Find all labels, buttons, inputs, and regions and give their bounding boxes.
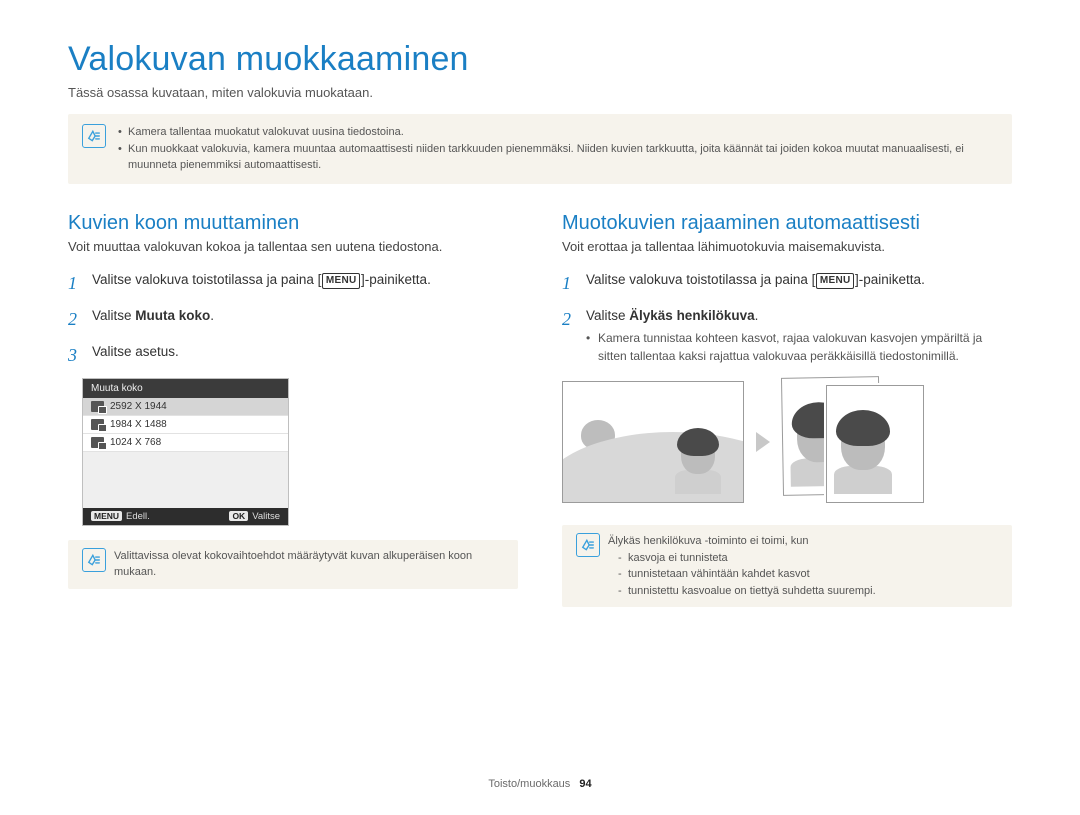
step-text: Valitse valokuva toistotilassa ja paina … <box>92 272 321 287</box>
step-1-left: 1 Valitse valokuva toistotilassa ja pain… <box>68 270 518 296</box>
menu-icon: MENU <box>816 273 854 290</box>
step-number: 1 <box>562 270 576 296</box>
step-bold: Älykäs henkilökuva <box>629 308 754 323</box>
menu-icon: MENU <box>322 273 360 290</box>
portrait-crop-illustration <box>562 377 1012 507</box>
note-icon <box>576 533 600 557</box>
note-icon <box>82 548 106 572</box>
resolution-label: 1024 X 768 <box>110 437 161 448</box>
step-number: 2 <box>68 306 82 332</box>
cropped-portraits <box>782 377 932 507</box>
step-text: ]-painiketta. <box>855 272 925 287</box>
note-item: kasvoja ei tunnisteta <box>618 550 998 567</box>
step-text: . <box>755 308 759 323</box>
camera-menu-mock: Muuta koko 2592 X 1944 1984 X 1488 1024 … <box>82 378 289 526</box>
step-text: Valitse <box>92 308 135 323</box>
right-note: Älykäs henkilökuva -toiminto ei toimi, k… <box>562 525 1012 607</box>
step-1-right: 1 Valitse valokuva toistotilassa ja pain… <box>562 270 1012 296</box>
page-footer: Toisto/muokkaus 94 <box>0 778 1080 790</box>
top-note-item: Kamera tallentaa muokatut valokuvat uusi… <box>118 124 998 141</box>
ok-tag: OK <box>229 511 248 521</box>
note-item: tunnistetaan vähintään kahdet kasvot <box>618 566 998 583</box>
screen-title: Muuta koko <box>83 379 288 398</box>
top-note: Kamera tallentaa muokatut valokuvat uusi… <box>68 114 1012 184</box>
step-number: 3 <box>68 342 82 368</box>
page-intro: Tässä osassa kuvataan, miten valokuvia m… <box>68 85 1012 100</box>
resolution-option[interactable]: 2592 X 1944 <box>83 398 288 416</box>
step-text: Valitse valokuva toistotilassa ja paina … <box>586 272 815 287</box>
footer-page-number: 94 <box>579 778 591 790</box>
arrow-right-icon <box>756 432 770 452</box>
section-heading-left: Kuvien koon muuttaminen <box>68 212 518 235</box>
note-lead: Älykäs henkilökuva -toiminto ei toimi, k… <box>608 533 998 550</box>
page-title: Valokuvan muokkaaminen <box>68 40 1012 79</box>
footer-section: Toisto/muokkaus <box>488 778 570 790</box>
step-number: 2 <box>562 306 576 366</box>
resolution-option[interactable]: 1984 X 1488 <box>83 416 288 434</box>
step-text: Valitse <box>586 308 629 323</box>
step-bold: Muuta koko <box>135 308 210 323</box>
left-note: Valittavissa olevat kokovaihtoehdot määr… <box>68 540 518 589</box>
image-icon <box>91 401 104 412</box>
image-icon <box>91 419 104 430</box>
footer-select-label: Valitse <box>252 511 280 522</box>
top-note-item: Kun muokkaat valokuvia, kamera muuntaa a… <box>118 141 998 174</box>
footer-back-label: Edell. <box>126 511 150 522</box>
step-text: ]-painiketta. <box>361 272 431 287</box>
note-icon <box>82 124 106 148</box>
step-2-right: 2 Valitse Älykäs henkilökuva. Kamera tun… <box>562 306 1012 366</box>
step-text: . <box>210 308 214 323</box>
note-item: tunnistettu kasvoalue on tiettyä suhdett… <box>618 583 998 600</box>
resolution-label: 2592 X 1944 <box>110 401 167 412</box>
menu-tag: MENU <box>91 511 122 521</box>
resolution-option[interactable]: 1024 X 768 <box>83 434 288 452</box>
step-3-left: 3 Valitse asetus. <box>68 342 518 368</box>
note-text: Valittavissa olevat kokovaihtoehdot määr… <box>114 548 504 581</box>
section-lead-right: Voit erottaa ja tallentaa lähimuotokuvia… <box>562 239 1012 254</box>
landscape-photo <box>562 381 744 503</box>
step-text: Valitse asetus. <box>92 342 518 368</box>
section-lead-left: Voit muuttaa valokuvan kokoa ja tallenta… <box>68 239 518 254</box>
section-heading-right: Muotokuvien rajaaminen automaattisesti <box>562 212 1012 235</box>
image-icon <box>91 437 104 448</box>
step-2-left: 2 Valitse Muuta koko. <box>68 306 518 332</box>
step-sub-bullet: Kamera tunnistaa kohteen kasvot, rajaa v… <box>586 329 1012 365</box>
step-number: 1 <box>68 270 82 296</box>
resolution-label: 1984 X 1488 <box>110 419 167 430</box>
